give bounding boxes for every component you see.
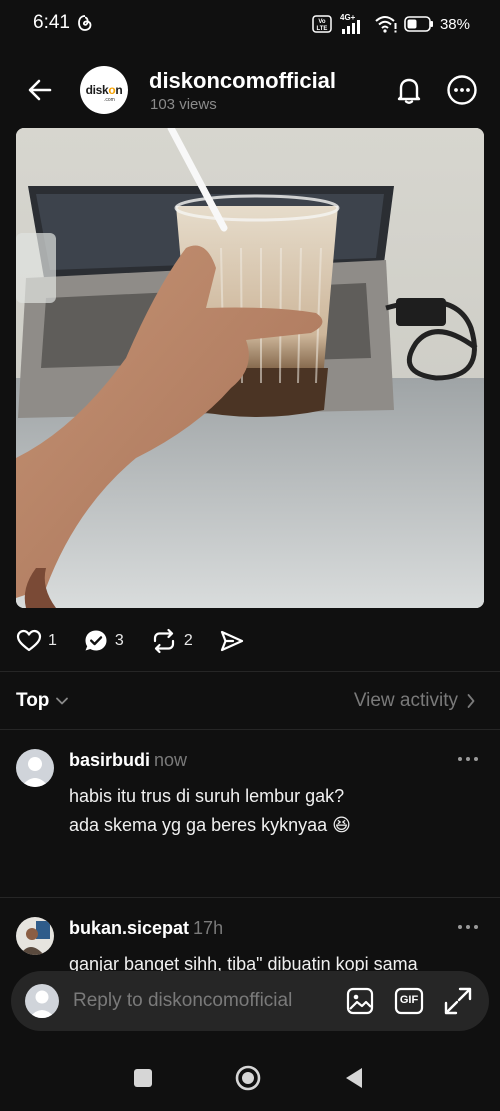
comment-time: now bbox=[154, 750, 188, 770]
bell-icon[interactable] bbox=[392, 73, 426, 107]
commenter-avatar[interactable] bbox=[16, 917, 54, 955]
more-circle-icon[interactable] bbox=[446, 74, 478, 106]
author-username[interactable]: diskoncomofficial bbox=[149, 68, 336, 94]
send-icon bbox=[220, 630, 243, 652]
threads-notification-icon bbox=[78, 15, 92, 31]
gif-label: GIF bbox=[399, 994, 419, 1006]
home-icon[interactable] bbox=[234, 1064, 262, 1092]
reply-item: basirbudi now habis itu trus di suruh lem… bbox=[16, 749, 480, 889]
diskon-logo: diskon bbox=[85, 83, 123, 97]
like-count: 1 bbox=[48, 632, 57, 649]
commenter-username[interactable]: basirbudi now bbox=[69, 750, 187, 771]
status-time: 6:41 bbox=[33, 12, 70, 33]
system-navigation-bar bbox=[0, 1046, 500, 1111]
expand-icon[interactable] bbox=[443, 986, 473, 1016]
sort-dropdown[interactable]: Top bbox=[16, 690, 69, 712]
arrow-left-icon[interactable] bbox=[24, 74, 56, 106]
back-triangle-icon[interactable] bbox=[340, 1064, 368, 1092]
commenter-avatar[interactable] bbox=[16, 749, 54, 787]
reply-count: 3 bbox=[114, 632, 124, 649]
post-header: diskon .com diskoncomofficial 103 views bbox=[0, 58, 500, 124]
default-avatar-icon bbox=[16, 749, 54, 787]
profile-photo bbox=[16, 917, 54, 955]
comment-line: ada skema yg ga beres kyknyaa 😆 bbox=[69, 815, 351, 835]
view-activity-label: View activity bbox=[353, 690, 458, 711]
battery-percentage: 38% bbox=[439, 15, 470, 33]
repost-count: 2 bbox=[183, 632, 193, 649]
recent-apps-icon[interactable] bbox=[129, 1064, 157, 1092]
reply-button[interactable]: 3 bbox=[83, 628, 124, 654]
battery-icon bbox=[404, 16, 433, 32]
heart-icon bbox=[16, 629, 42, 652]
more-icon[interactable] bbox=[456, 749, 480, 769]
image-icon[interactable] bbox=[345, 986, 375, 1016]
reply-item: bukan.sicepat 17h ganjar banget sihh, tib… bbox=[16, 917, 480, 975]
sort-label: Top bbox=[16, 690, 50, 711]
cellular-signal-icon: 4G+ bbox=[340, 13, 360, 34]
reply-composer: GIF bbox=[11, 971, 489, 1031]
replies-sort-bar: Top View activity bbox=[16, 688, 476, 716]
svg-text:LTE: LTE bbox=[317, 26, 328, 32]
comment-text: habis itu trus di suruh lembur gak? ada … bbox=[69, 782, 469, 840]
more-icon[interactable] bbox=[456, 917, 480, 937]
post-image[interactable] bbox=[16, 128, 484, 608]
status-bar: 6:41 Vo LTE 4G+ 38% bbox=[0, 0, 500, 50]
chevron-down-icon bbox=[56, 697, 69, 705]
view-activity-link[interactable]: View activity bbox=[354, 690, 476, 712]
divider bbox=[0, 897, 500, 898]
diskon-logo-suffix: .com bbox=[104, 97, 115, 103]
divider bbox=[0, 671, 500, 672]
divider bbox=[0, 729, 500, 730]
speech-bubble-icon bbox=[85, 630, 107, 651]
wifi-icon bbox=[375, 16, 397, 33]
author-avatar[interactable]: diskon .com bbox=[80, 66, 128, 114]
share-button[interactable] bbox=[219, 628, 245, 654]
my-avatar bbox=[25, 984, 59, 1018]
volte-icon: Vo LTE bbox=[312, 15, 332, 33]
view-count: 103 views bbox=[150, 96, 217, 113]
reply-input[interactable] bbox=[73, 985, 343, 1017]
like-button[interactable]: 1 bbox=[16, 628, 57, 654]
commenter-username[interactable]: bukan.sicepat 17h bbox=[69, 918, 223, 939]
svg-text:4G+: 4G+ bbox=[340, 13, 356, 22]
post-actions: 1 3 2 bbox=[16, 626, 271, 656]
chevron-right-icon bbox=[467, 694, 475, 708]
svg-text:Vo: Vo bbox=[318, 19, 326, 25]
comment-time: 17h bbox=[193, 918, 224, 938]
repost-icon bbox=[153, 628, 174, 654]
default-avatar-icon bbox=[25, 984, 59, 1018]
comment-line: habis itu trus di suruh lembur gak? bbox=[69, 786, 345, 806]
gif-icon[interactable]: GIF bbox=[394, 986, 424, 1016]
iced-coffee-photo bbox=[16, 128, 484, 608]
repost-button[interactable]: 2 bbox=[150, 628, 193, 654]
status-icons: Vo LTE 4G+ 38% bbox=[312, 13, 470, 35]
